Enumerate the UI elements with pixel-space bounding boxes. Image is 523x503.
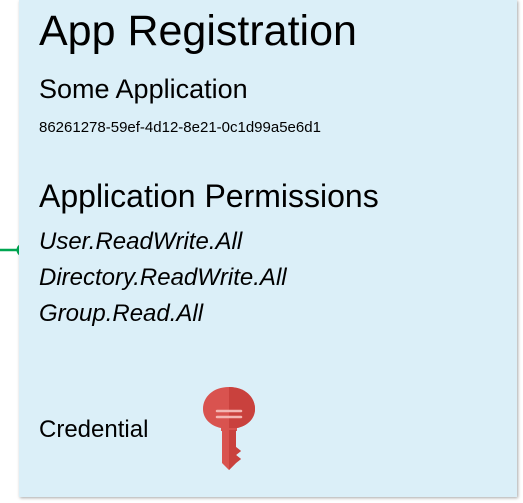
card-title: App Registration [39, 7, 357, 55]
permission-item: Directory.ReadWrite.All [39, 264, 287, 291]
credential-label: Credential [39, 416, 149, 443]
app-registration-card: App Registration Some Application 862612… [19, 0, 517, 497]
permission-item: Group.Read.All [39, 300, 204, 327]
app-name: Some Application [39, 74, 248, 104]
app-id: 86261278-59ef-4d12-8e21-0c1d99a5e6d1 [39, 119, 321, 136]
key-icon [203, 387, 255, 470]
permission-item: User.ReadWrite.All [39, 228, 243, 255]
permissions-title: Application Permissions [39, 178, 379, 214]
